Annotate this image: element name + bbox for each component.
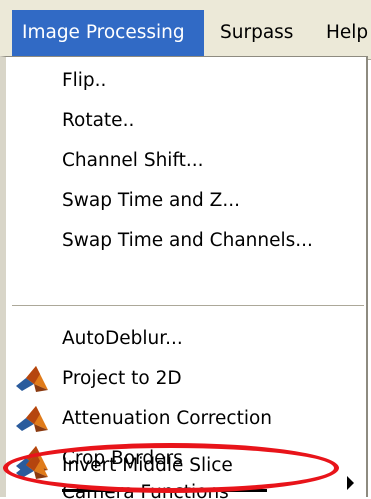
- strikethrough-mark: [62, 489, 267, 492]
- menu-item-rotate[interactable]: Rotate..: [6, 101, 366, 141]
- menu-item-channel-shift[interactable]: Channel Shift...: [6, 141, 366, 181]
- menu-item-swap-time-z[interactable]: Swap Time and Z...: [6, 181, 366, 221]
- menu-item-flip[interactable]: Flip..: [6, 61, 366, 101]
- menu-item-label: Swap Time and Z...: [62, 190, 240, 211]
- menu-item-label: Rotate..: [62, 110, 135, 131]
- menu-item-label: Swap Time and Channels...: [62, 230, 313, 251]
- menu-surpass[interactable]: Surpass: [220, 10, 293, 56]
- menu-image-processing[interactable]: Image Processing: [12, 10, 204, 56]
- image-processing-dropdown: Flip.. Rotate.. Channel Shift... Swap Ti…: [0, 56, 368, 499]
- matlab-icon: [16, 366, 48, 392]
- menu-item-attenuation-correction[interactable]: Attenuation Correction: [6, 399, 366, 439]
- menu-item-project-2d[interactable]: Project to 2D: [6, 359, 366, 399]
- menu-item-swap-time-channels[interactable]: Swap Time and Channels...: [6, 221, 366, 261]
- menu-item-label: Attenuation Correction: [62, 408, 273, 429]
- matlab-icon: [16, 453, 48, 479]
- menu-help[interactable]: Help: [326, 10, 368, 56]
- menu-item-label: Invert Middle Slice: [62, 455, 233, 476]
- menu-separator: [12, 305, 364, 307]
- menu-item-label: AutoDeblur...: [62, 328, 183, 349]
- menu-bar: Image Processing Surpass Help: [0, 0, 371, 60]
- menu-item-invert-middle-slice[interactable]: Invert Middle Slice: [6, 446, 366, 486]
- menu-item-label: Project to 2D: [62, 368, 182, 389]
- menu-item-label: Channel Shift...: [62, 150, 204, 171]
- menu-item-label: Flip..: [62, 70, 107, 91]
- matlab-icon: [16, 406, 48, 432]
- menu-item-autodeblur[interactable]: AutoDeblur...: [6, 319, 366, 359]
